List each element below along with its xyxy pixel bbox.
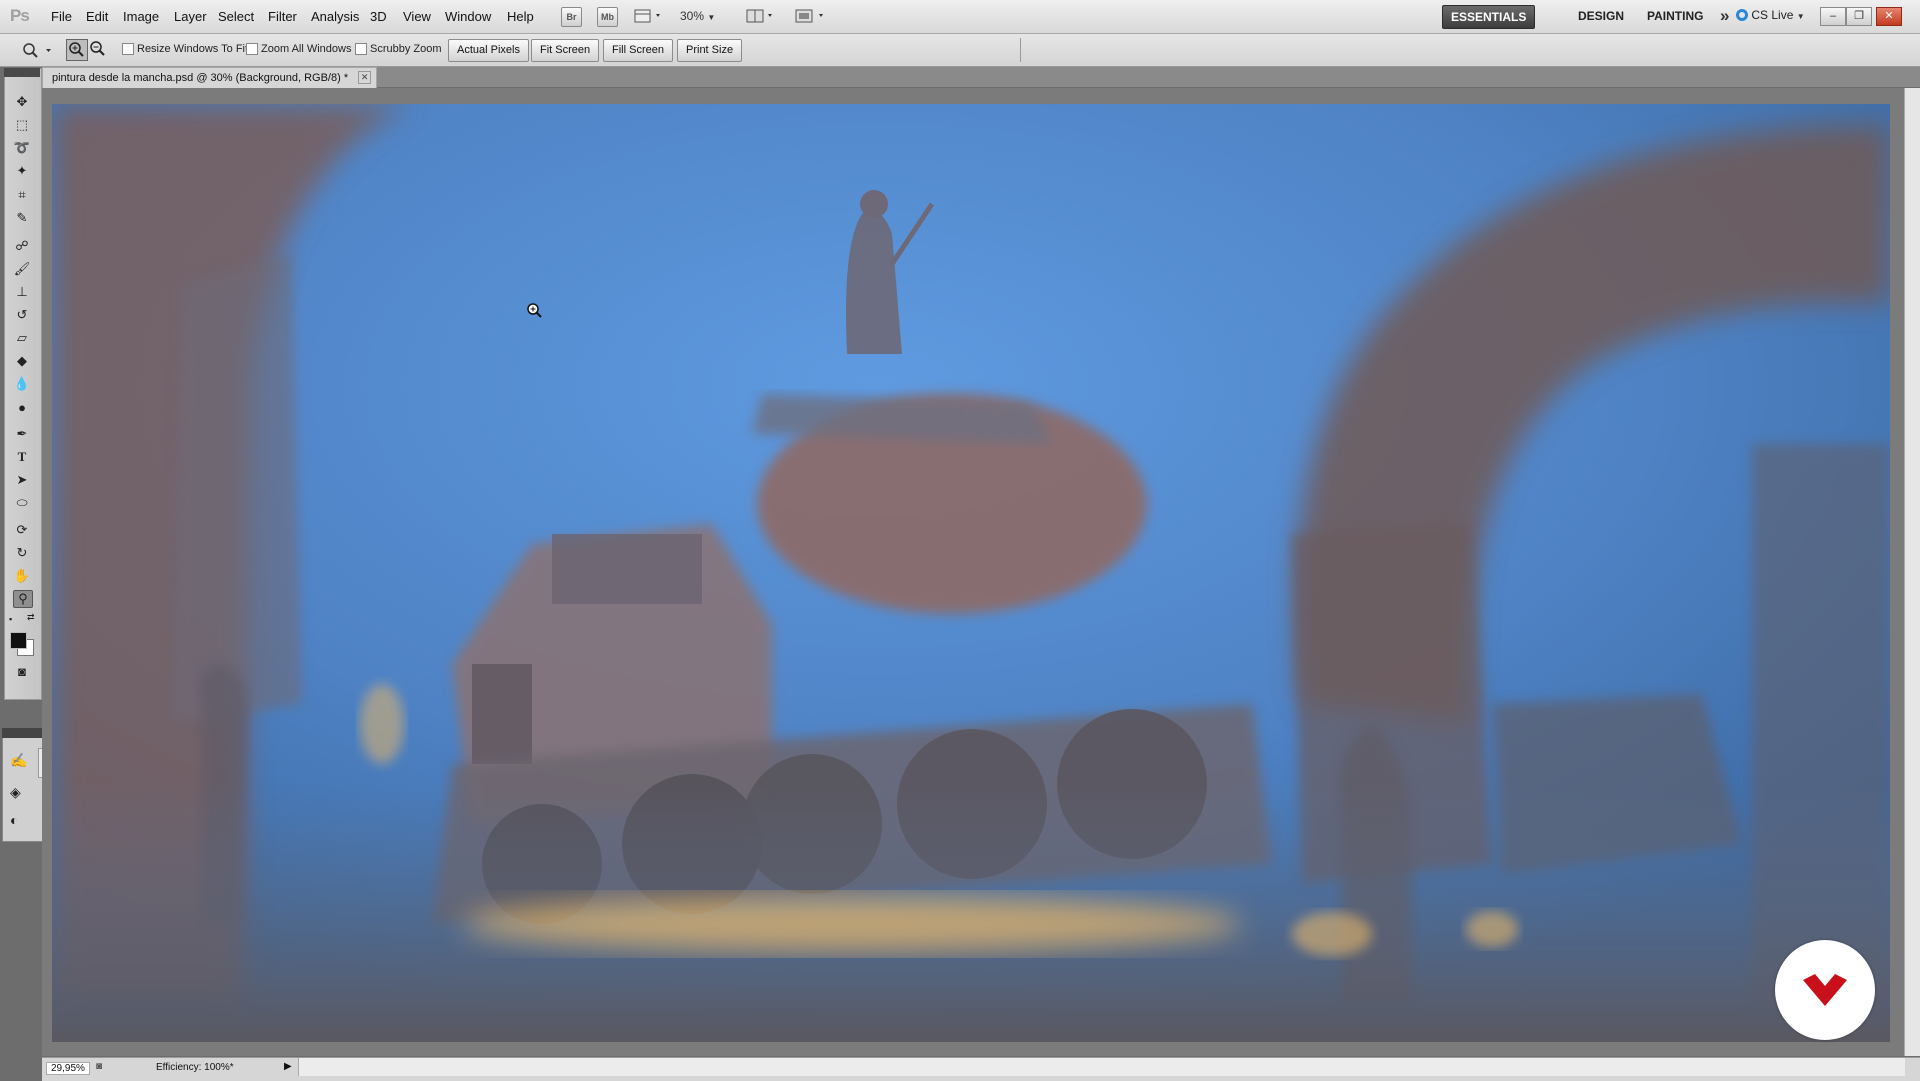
menu-file[interactable]: File	[51, 9, 72, 24]
workspace-essentials[interactable]: ESSENTIALS	[1442, 5, 1536, 29]
zoom-cursor-icon	[526, 302, 544, 323]
layers-icon[interactable]: ◈	[10, 784, 21, 801]
marquee-icon[interactable]: ⬚	[13, 117, 31, 133]
menu-select[interactable]: Select	[218, 9, 254, 24]
foreground-color-swatch[interactable]	[10, 632, 27, 649]
hand-icon[interactable]: ✋	[13, 568, 31, 584]
close-document-icon[interactable]: ✕	[358, 71, 372, 84]
scrubby-zoom-label: Scrubby Zoom	[370, 43, 442, 55]
zoom-all-windows-label: Zoom All Windows	[261, 43, 352, 55]
quick-mask-icon[interactable]: ◙	[13, 664, 31, 680]
zoom-out-icon[interactable]	[88, 39, 108, 59]
photoshop-logo: Ps	[10, 6, 30, 25]
horizontal-scrollbar[interactable]	[298, 1058, 1905, 1076]
vertical-scrollbar[interactable]	[1904, 88, 1920, 1056]
efficiency-readout: Efficiency: 100%*	[156, 1062, 234, 1073]
quick-select-icon[interactable]: ✦	[13, 163, 31, 179]
stamp-icon[interactable]: ⊥	[13, 284, 31, 300]
screen-mode-icon[interactable]	[795, 8, 827, 27]
mini-bridge-button[interactable]: Mb	[597, 7, 618, 27]
zoom-percentage-field[interactable]: 29,95%	[46, 1062, 90, 1075]
dodge-icon[interactable]: ●	[13, 400, 31, 416]
painting-image	[52, 104, 1890, 1042]
history-brush-icon[interactable]: ↺	[13, 307, 31, 323]
arrange-documents-icon[interactable]	[746, 8, 776, 27]
document-tab[interactable]: pintura desde la mancha.psd @ 30% (Backg…	[42, 67, 378, 88]
more-workspaces-button[interactable]: »	[1720, 6, 1729, 26]
lasso-icon[interactable]: ➰	[13, 140, 31, 156]
view-extras-icon[interactable]	[634, 8, 664, 27]
fill-screen-button[interactable]: Fill Screen	[603, 39, 673, 62]
pen-icon[interactable]: ✒	[13, 426, 31, 442]
workspace-painting[interactable]: PAINTING	[1639, 5, 1711, 27]
menu-help[interactable]: Help	[507, 9, 534, 24]
watermark-logo	[1775, 940, 1875, 1040]
menu-bar: Ps File Edit Image Layer Select Filter A…	[0, 0, 1920, 34]
zoom-all-windows-checkbox[interactable]: Zoom All Windows	[246, 43, 351, 55]
menu-edit[interactable]: Edit	[86, 9, 108, 24]
scrubby-zoom-checkbox[interactable]: Scrubby Zoom	[355, 43, 442, 55]
eyedropper-icon[interactable]: ✎	[13, 210, 31, 226]
tools-panel-header[interactable]	[4, 68, 40, 77]
minimize-button[interactable]: –	[1820, 7, 1846, 26]
menu-filter[interactable]: Filter	[268, 9, 297, 24]
menu-image[interactable]: Image	[123, 9, 159, 24]
options-divider	[1020, 38, 1021, 62]
workspace-design[interactable]: DESIGN	[1570, 5, 1632, 27]
type-icon[interactable]: T	[13, 449, 31, 465]
document-canvas[interactable]	[52, 104, 1890, 1042]
document-tab-title: pintura desde la mancha.psd @ 30% (Backg…	[52, 72, 349, 84]
zoom-preset-icon[interactable]	[20, 41, 56, 62]
blur-icon[interactable]: 💧	[13, 376, 31, 392]
menu-3d[interactable]: 3D	[370, 9, 387, 24]
shape-icon[interactable]: ⬭	[13, 495, 31, 511]
3d-orbit-icon[interactable]: ↻	[13, 545, 31, 561]
cs-live-label: CS Live	[1751, 8, 1794, 22]
restore-button[interactable]: ❐	[1846, 7, 1872, 26]
cs-live-button[interactable]: CS Live ▼	[1736, 8, 1805, 22]
heal-icon[interactable]: ☍	[13, 238, 31, 254]
adjustments-icon[interactable]: ◐	[10, 812, 18, 828]
zoom-icon[interactable]: ⚲	[13, 590, 33, 608]
brush-icon[interactable]: 🖌	[13, 261, 31, 277]
eraser-icon[interactable]: ▱	[13, 330, 31, 346]
bucket-icon[interactable]: ◆	[13, 353, 31, 369]
menu-layer[interactable]: Layer	[174, 9, 207, 24]
status-menu-arrow[interactable]: ▶	[284, 1061, 292, 1072]
print-size-button[interactable]: Print Size	[677, 39, 743, 62]
resize-windows-label: Resize Windows To Fit	[137, 43, 249, 55]
crop-icon[interactable]: ⌗	[13, 187, 31, 203]
fit-screen-button[interactable]: Fit Screen	[531, 39, 600, 62]
default-colors-icon[interactable]: ▪	[9, 614, 12, 624]
brush-preset-icon[interactable]: ✍	[10, 752, 27, 769]
cs-live-icon	[1736, 9, 1748, 21]
resize-windows-checkbox[interactable]: Resize Windows To Fit	[122, 43, 248, 55]
path-select-icon[interactable]: ➤	[13, 472, 31, 488]
actual-pixels-button[interactable]: Actual Pixels	[448, 39, 529, 62]
menu-view[interactable]: View	[403, 9, 431, 24]
zoom-in-icon[interactable]	[66, 39, 88, 61]
status-info-icon[interactable]: ◙	[96, 1061, 102, 1072]
menu-analysis[interactable]: Analysis	[311, 9, 359, 24]
zoom-level-select[interactable]: 30% ▼	[680, 9, 715, 23]
close-button[interactable]: ✕	[1876, 7, 1902, 26]
options-bar: Resize Windows To Fit Zoom All Windows S…	[0, 34, 1920, 67]
move-icon[interactable]: ✥	[13, 94, 31, 110]
swap-colors-icon[interactable]: ⇄	[27, 612, 35, 623]
bridge-button[interactable]: Br	[561, 7, 582, 27]
3d-rotate-icon[interactable]: ⟳	[13, 522, 31, 538]
menu-window[interactable]: Window	[445, 9, 491, 24]
